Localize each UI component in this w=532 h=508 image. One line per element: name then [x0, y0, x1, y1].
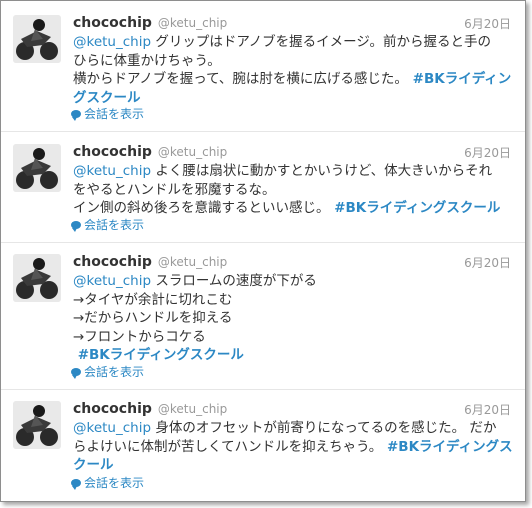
user-name[interactable]: chocochip @ketu_chip — [73, 144, 227, 160]
display-name[interactable]: chocochip — [73, 401, 152, 417]
avatar[interactable] — [13, 15, 61, 63]
user-handle[interactable]: @ketu_chip — [158, 255, 227, 269]
tweet-text: @ketu_chip スラロームの速度が下がる →タイヤが余計に切れこむ →だか… — [73, 272, 513, 365]
mention-link[interactable]: @ketu_chip — [73, 163, 151, 179]
motorcycle-rider-icon — [13, 144, 61, 192]
hashtag-link[interactable]: #BKライディングスクール — [73, 347, 244, 363]
tweet-text: @ketu_chip 身体のオフセットが前寄りになってるのを感じた。 だか らよ… — [73, 419, 513, 475]
tweet-item: chocochip @ketu_chip 6月20日 @ketu_chip よく腰… — [1, 132, 525, 243]
view-conversation-link[interactable]: 会話を表示 — [71, 216, 144, 233]
tweet-text-line: グリップはドアノブを握るイメージ。前から握ると手の — [151, 34, 491, 50]
conversation-label[interactable]: 会話を表示 — [84, 216, 144, 233]
tweet-date[interactable]: 6月20日 — [464, 254, 511, 271]
motorcycle-rider-icon — [13, 254, 61, 302]
tweet-text-rest: らよけいに体制が苦しくてハンドルを抑えちゃう。 — [73, 438, 383, 455]
avatar[interactable] — [13, 254, 61, 302]
mention-link[interactable]: @ketu_chip — [73, 273, 151, 289]
display-name[interactable]: chocochip — [73, 15, 152, 31]
hashtag-link[interactable]: #BKライディングスクール — [330, 200, 500, 216]
tweet-item: chocochip @ketu_chip 6月20日 @ketu_chip スラロ… — [1, 243, 525, 390]
display-name[interactable]: chocochip — [73, 144, 152, 160]
display-name[interactable]: chocochip — [73, 254, 152, 270]
tweet-date[interactable]: 6月20日 — [464, 401, 511, 418]
tweet-text-line: よく腰は扇状に動かすとかいうけど、体大きいからそれ — [151, 163, 493, 179]
tweet-text: @ketu_chip よく腰は扇状に動かすとかいうけど、体大きいからそれ をやる… — [73, 162, 513, 218]
motorcycle-rider-icon — [13, 401, 61, 449]
user-handle[interactable]: @ketu_chip — [158, 402, 227, 416]
user-name[interactable]: chocochip @ketu_chip — [73, 15, 227, 31]
motorcycle-rider-icon — [13, 15, 61, 63]
tweet-timeline: chocochip @ketu_chip 6月20日 @ketu_chip グリッ… — [0, 0, 526, 502]
tweet-item: chocochip @ketu_chip 6月20日 @ketu_chip グリッ… — [1, 1, 525, 132]
tweet-text-rest: →タイヤが余計に切れこむ →だからハンドルを抑える →フロントからコケる — [73, 291, 233, 345]
conversation-label[interactable]: 会話を表示 — [84, 474, 144, 491]
tweet-text-rest: ひらに体重かけちゃう。 横からドアノブを握って、腕は肘を横に広げる感じた。 — [73, 52, 408, 88]
tweet-item: chocochip @ketu_chip 6月20日 @ketu_chip 身体の… — [1, 390, 525, 501]
speech-bubble-icon — [71, 367, 81, 379]
avatar[interactable] — [13, 401, 61, 449]
tweet-text: @ketu_chip グリップはドアノブを握るイメージ。前から握ると手の ひらに… — [73, 33, 513, 107]
speech-bubble-icon — [71, 478, 81, 490]
mention-link[interactable]: @ketu_chip — [73, 420, 151, 436]
view-conversation-link[interactable]: 会話を表示 — [71, 474, 144, 491]
user-handle[interactable]: @ketu_chip — [158, 16, 227, 30]
tweet-date[interactable]: 6月20日 — [464, 15, 511, 32]
mention-link[interactable]: @ketu_chip — [73, 34, 151, 50]
tweet-text-line: 身体のオフセットが前寄りになってるのを感じた。 だか — [151, 420, 497, 436]
avatar[interactable] — [13, 144, 61, 192]
view-conversation-link[interactable]: 会話を表示 — [71, 363, 144, 380]
speech-bubble-icon — [71, 109, 81, 121]
tweet-text-rest: をやるとハンドルを邪魔するな。 イン側の斜め後ろを意識するといい感じ。 — [73, 181, 330, 217]
user-name[interactable]: chocochip @ketu_chip — [73, 401, 227, 417]
tweet-date[interactable]: 6月20日 — [464, 144, 511, 161]
user-handle[interactable]: @ketu_chip — [158, 145, 227, 159]
user-name[interactable]: chocochip @ketu_chip — [73, 254, 227, 270]
conversation-label[interactable]: 会話を表示 — [84, 105, 144, 122]
tweet-text-line: スラロームの速度が下がる — [151, 273, 317, 289]
speech-bubble-icon — [71, 220, 81, 232]
conversation-label[interactable]: 会話を表示 — [84, 363, 144, 380]
view-conversation-link[interactable]: 会話を表示 — [71, 105, 144, 122]
